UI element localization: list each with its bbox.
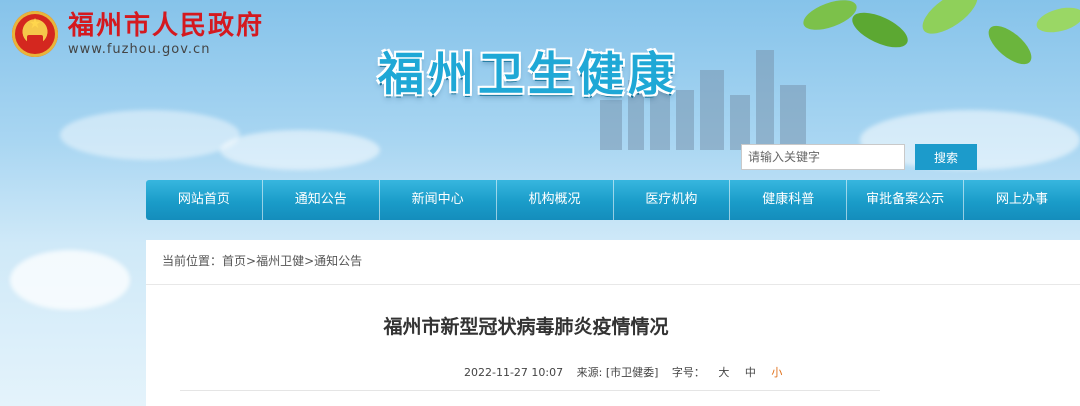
nav-item-medical[interactable]: 医疗机构	[614, 180, 731, 220]
article-title: 福州市新型冠状病毒肺炎疫情情况	[383, 316, 669, 338]
nav-item-online-service[interactable]: 网上办事	[964, 180, 1080, 220]
font-size-large[interactable]: 大	[718, 366, 729, 379]
cloud-decoration	[60, 110, 240, 160]
main-nav: 网站首页 通知公告 新闻中心 机构概况 医疗机构 健康科普 审批备案公示 网上办…	[146, 180, 1080, 220]
article-meta: 2022-11-27 10:07 来源: [市卫健委] 字号： 大 中 小	[464, 364, 794, 380]
breadcrumb-prefix: 当前位置：	[162, 254, 223, 268]
breadcrumb: 当前位置：首页>福州卫健>通知公告	[162, 252, 362, 269]
breadcrumb-separator: >	[246, 254, 257, 268]
search-button[interactable]: 搜索	[915, 144, 977, 170]
cloud-decoration	[10, 250, 130, 310]
national-emblem-icon	[12, 11, 58, 57]
breadcrumb-home[interactable]: 首页	[222, 254, 246, 268]
article-date: 2022-11-27 10:07	[464, 366, 564, 379]
site-title: 福州卫生健康	[378, 47, 678, 101]
nav-item-about[interactable]: 机构概况	[497, 180, 614, 220]
font-size-small[interactable]: 小	[771, 366, 782, 379]
nav-item-health[interactable]: 健康科普	[730, 180, 848, 220]
gov-logo[interactable]: 福州市人民政府 www.fuzhou.gov.cn	[12, 10, 264, 58]
breadcrumb-separator: >	[304, 254, 315, 268]
font-size-medium[interactable]: 中	[745, 366, 756, 379]
nav-item-approval[interactable]: 审批备案公示	[847, 180, 965, 220]
divider	[146, 284, 1080, 285]
search-bar: 搜索	[741, 144, 977, 170]
cloud-decoration	[220, 130, 380, 170]
nav-item-news[interactable]: 新闻中心	[380, 180, 497, 220]
gov-title: 福州市人民政府	[68, 11, 265, 41]
breadcrumb-notices[interactable]: 通知公告	[314, 254, 362, 268]
nav-item-notices[interactable]: 通知公告	[263, 180, 380, 220]
search-input[interactable]	[741, 144, 905, 170]
breadcrumb-fzwj[interactable]: 福州卫健	[256, 254, 304, 268]
nav-item-home[interactable]: 网站首页	[146, 180, 263, 220]
gov-url: www.fuzhou.gov.cn	[68, 42, 211, 57]
divider	[180, 390, 880, 391]
font-size-label: 字号：	[671, 366, 705, 379]
article-source: 来源: [市卫健委]	[576, 366, 659, 379]
content-panel: 当前位置：首页>福州卫健>通知公告 福州市新型冠状病毒肺炎疫情情况 2022-1…	[146, 240, 1080, 406]
